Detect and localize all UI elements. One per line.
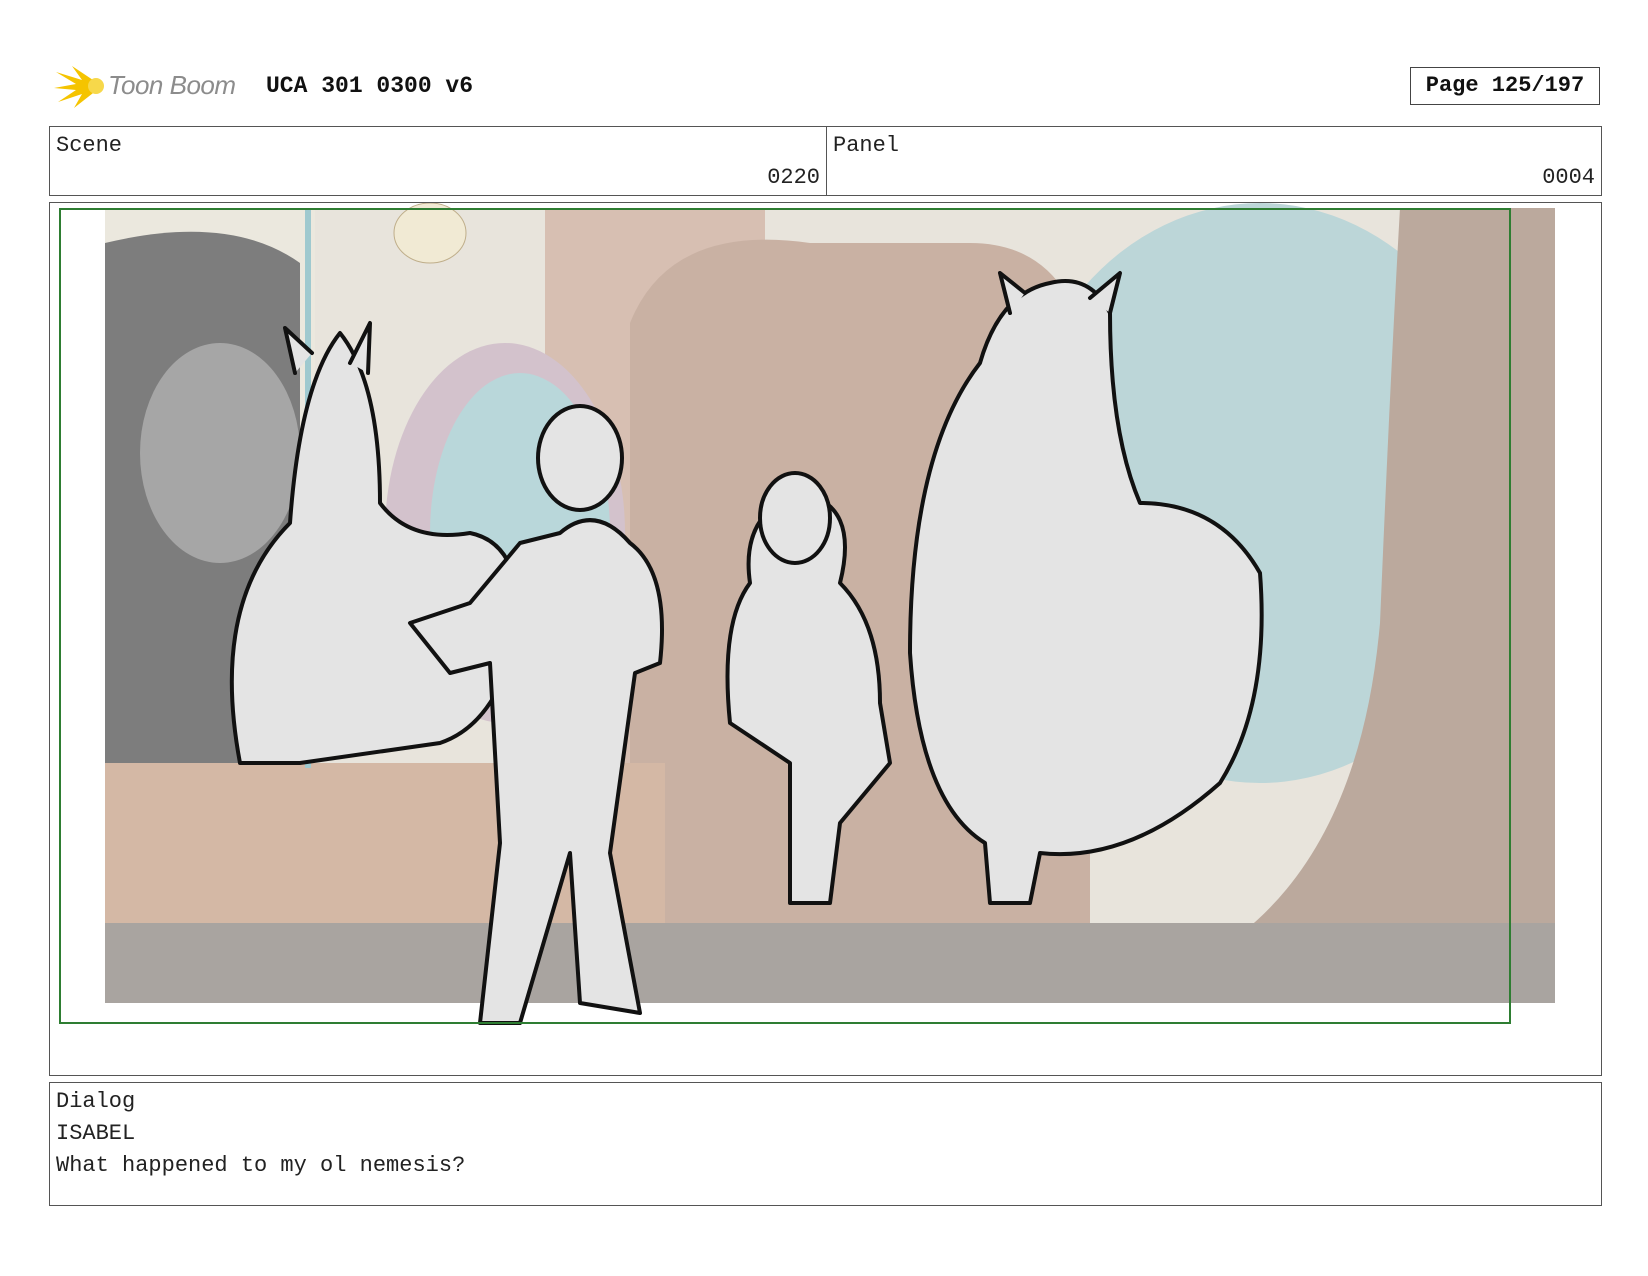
scene-panel-info: Scene 0220 Panel 0004: [49, 126, 1602, 196]
sunburst-icon: [54, 66, 104, 108]
dialog-text: What happened to my ol nemesis?: [56, 1153, 466, 1178]
toon-boom-logo: Toon Boom: [52, 58, 252, 114]
storyboard-panel: [49, 202, 1602, 1076]
storyboard-drawing: [59, 203, 1555, 1025]
panel-label: Panel: [833, 133, 900, 158]
scene-cell: Scene 0220: [50, 127, 827, 195]
document-title: UCA 301 0300 v6: [266, 73, 474, 99]
logo-wordmark: Toon Boom: [108, 70, 236, 100]
panel-cell: Panel 0004: [827, 127, 1601, 195]
scene-label: Scene: [56, 133, 123, 158]
dialog-character: ISABEL: [56, 1121, 136, 1146]
dialog-label: Dialog: [56, 1089, 136, 1114]
scene-number: 0220: [767, 165, 820, 190]
panel-number: 0004: [1542, 165, 1595, 190]
page-counter: Page 125/197: [1410, 67, 1600, 105]
dialog-box: Dialog ISABEL What happened to my ol nem…: [49, 1082, 1602, 1206]
